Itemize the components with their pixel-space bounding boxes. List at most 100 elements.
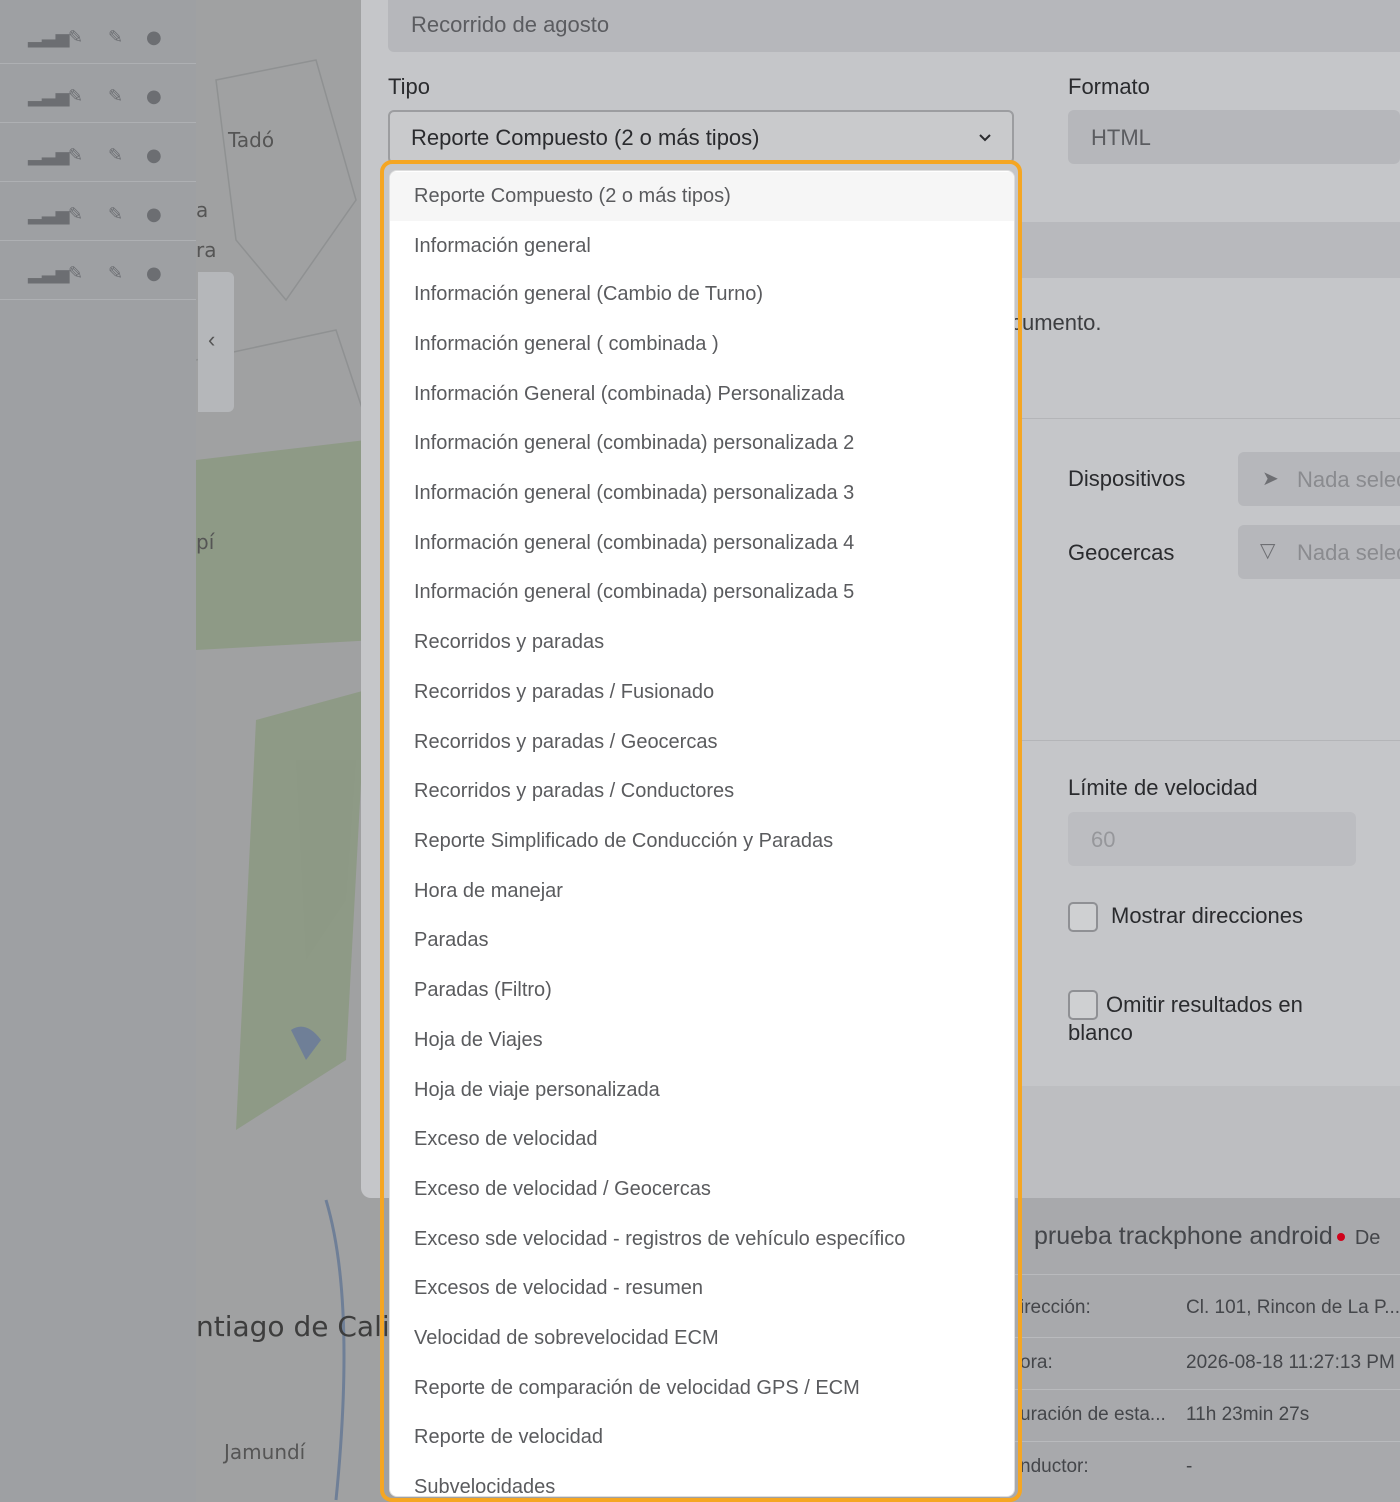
device-suffix: De (1354, 1227, 1381, 1249)
wrench-icon: ✎ (108, 145, 124, 166)
user-icon: ● (146, 145, 162, 166)
mostrar-direcciones-label: Mostrar direcciones (1111, 903, 1303, 928)
device-row[interactable]: ▂▃▅ ✎ ✎ ● (0, 64, 196, 123)
formato-label: Formato (1068, 74, 1150, 99)
dropdown-option[interactable]: Exceso de velocidad / Geocercas (390, 1165, 1014, 1214)
tipo-dropdown-menu: Reporte Compuesto (2 o más tipos) Informa… (389, 170, 1015, 1497)
user-icon: ● (146, 86, 162, 107)
info-row: nductor: - (1000, 1441, 1400, 1494)
dropdown-option[interactable]: Exceso sde velocidad - registros de vehí… (390, 1215, 1014, 1264)
wrench-icon: ✎ (108, 86, 124, 107)
section-header (1021, 222, 1400, 278)
info-label: uración de esta... (1020, 1404, 1166, 1425)
dropdown-option[interactable]: Velocidad de sobrevelocidad ECM (390, 1314, 1014, 1363)
device-row[interactable]: ▂▃▅ ✎ ✎ ● (0, 241, 196, 300)
dialog-footer (1021, 1086, 1400, 1198)
signal-icon: ▂▃▅ (28, 86, 70, 107)
map-label: a (196, 198, 209, 222)
collapse-sidebar-button[interactable]: ‹ (198, 272, 234, 412)
wrench-icon: ✎ (68, 204, 84, 225)
signal-icon: ▂▃▅ (28, 204, 70, 225)
wrench-icon: ✎ (108, 27, 124, 48)
dropdown-option[interactable]: Información general (combinada) personal… (390, 568, 1014, 617)
map-label: ntiago de Cali (196, 1310, 390, 1343)
user-icon: ● (146, 263, 162, 284)
info-value: 2026-08-18 11:27:13 PM (1186, 1352, 1395, 1373)
dropdown-option[interactable]: Recorridos y paradas / Geocercas (390, 718, 1014, 767)
formato-select[interactable]: HTML (1068, 110, 1400, 164)
map-label: ra (196, 238, 217, 262)
user-icon: ● (146, 204, 162, 225)
info-label: irección: (1020, 1297, 1091, 1318)
dropdown-option[interactable]: Excesos de velocidad - resumen (390, 1264, 1014, 1313)
info-value: 11h 23min 27s (1186, 1404, 1310, 1425)
chevron-left-icon: ‹ (208, 327, 216, 352)
signal-icon: ▂▃▅ (28, 263, 70, 284)
dropdown-option[interactable]: Exceso de velocidad (390, 1115, 1014, 1164)
dropdown-option[interactable]: Información general (combinada) personal… (390, 519, 1014, 568)
chevron-down-icon (979, 134, 991, 142)
dispositivos-select[interactable]: ➤ Nada selec (1238, 452, 1400, 506)
dispositivos-value: Nada selec (1297, 467, 1400, 492)
dropdown-option[interactable]: Información General (combinada) Personal… (390, 370, 1014, 419)
dropdown-option[interactable]: Hora de manejar (390, 867, 1014, 916)
wrench-icon: ✎ (68, 86, 84, 107)
divider (1021, 418, 1400, 419)
divider (1021, 740, 1400, 741)
user-icon: ● (146, 27, 162, 48)
dropdown-option[interactable]: Recorridos y paradas / Conductores (390, 767, 1014, 816)
dropdown-option[interactable]: Reporte de comparación de velocidad GPS … (390, 1364, 1014, 1413)
report-name-value: Recorrido de agosto (411, 12, 610, 37)
dropdown-option[interactable]: Hoja de viaje personalizada (390, 1066, 1014, 1115)
geocercas-label: Geocercas (1068, 540, 1175, 565)
dropdown-option[interactable]: Hoja de Viajes (390, 1016, 1014, 1065)
documento-text: cumento. (1011, 310, 1102, 335)
wrench-icon: ✎ (68, 145, 84, 166)
report-name-field[interactable]: Recorrido de agosto (388, 0, 1400, 52)
info-row: uración de esta... 11h 23min 27s (1000, 1389, 1400, 1442)
device-name: prueba trackphone android (1034, 1222, 1333, 1250)
tipo-select[interactable]: Reporte Compuesto (2 o más tipos) (388, 110, 1014, 164)
wrench-icon: ✎ (68, 27, 84, 48)
dropdown-option[interactable]: Reporte Compuesto (2 o más tipos) (390, 172, 1014, 221)
info-row: irección: Cl. 101, Rincon de La P... (1000, 1274, 1400, 1327)
geocercas-select[interactable]: ▽ Nada selec (1238, 525, 1400, 579)
map-label: pí (196, 530, 215, 554)
device-row[interactable]: ▂▃▅ ✎ ✎ ● (0, 5, 196, 64)
wrench-icon: ✎ (108, 204, 124, 225)
signal-icon: ▂▃▅ (28, 27, 70, 48)
info-label: nductor: (1020, 1456, 1089, 1477)
dropdown-option[interactable]: Reporte de velocidad (390, 1413, 1014, 1462)
dropdown-option[interactable]: Información general (Cambio de Turno) (390, 270, 1014, 319)
limite-input[interactable]: 60 (1068, 812, 1356, 866)
dropdown-option[interactable]: Información general (combinada) personal… (390, 469, 1014, 518)
dropdown-option[interactable]: Información general (combinada) personal… (390, 419, 1014, 468)
dropdown-option[interactable]: Subvelocidades (390, 1463, 1014, 1496)
dispositivos-label: Dispositivos (1068, 466, 1186, 491)
dropdown-option[interactable]: Reporte Simplificado de Conducción y Par… (390, 817, 1014, 866)
formato-value: HTML (1091, 125, 1151, 150)
dropdown-option[interactable]: Paradas (390, 916, 1014, 965)
device-row[interactable]: ▂▃▅ ✎ ✎ ● (0, 182, 196, 241)
tipo-label: Tipo (388, 74, 430, 99)
map-label: Jamundí (224, 1440, 306, 1464)
info-label: ora: (1020, 1352, 1053, 1373)
tipo-select-value: Reporte Compuesto (2 o más tipos) (411, 125, 760, 150)
wrench-icon: ✎ (108, 263, 124, 284)
device-info-panel: prueba trackphone android De irección: Cl… (1000, 1198, 1400, 1502)
wrench-icon: ✎ (68, 263, 84, 284)
dropdown-option[interactable]: Información general ( combinada ) (390, 320, 1014, 369)
device-row[interactable]: ▂▃▅ ✎ ✎ ● (0, 123, 196, 182)
info-value: Cl. 101, Rincon de La P... (1186, 1297, 1400, 1318)
limite-value: 60 (1091, 827, 1116, 852)
signal-icon: ▂▃▅ (28, 145, 70, 166)
dropdown-option[interactable]: Recorridos y paradas (390, 618, 1014, 667)
dropdown-option[interactable]: Información general (390, 222, 1014, 271)
device-list: ▂▃▅ ✎ ✎ ● ▂▃▅ ✎ ✎ ● ▂▃▅ ✎ ✎ ● ▂▃▅ ✎ ✎ ● … (0, 0, 196, 1502)
map-label: Tadó (228, 128, 275, 152)
dropdown-option[interactable]: Paradas (Filtro) (390, 966, 1014, 1015)
mostrar-direcciones-checkbox[interactable] (1068, 902, 1098, 932)
dropdown-option[interactable]: Recorridos y paradas / Fusionado (390, 668, 1014, 717)
limite-label: Límite de velocidad (1068, 775, 1258, 800)
info-row: ora: 2026-08-18 11:27:13 PM (1000, 1337, 1400, 1390)
